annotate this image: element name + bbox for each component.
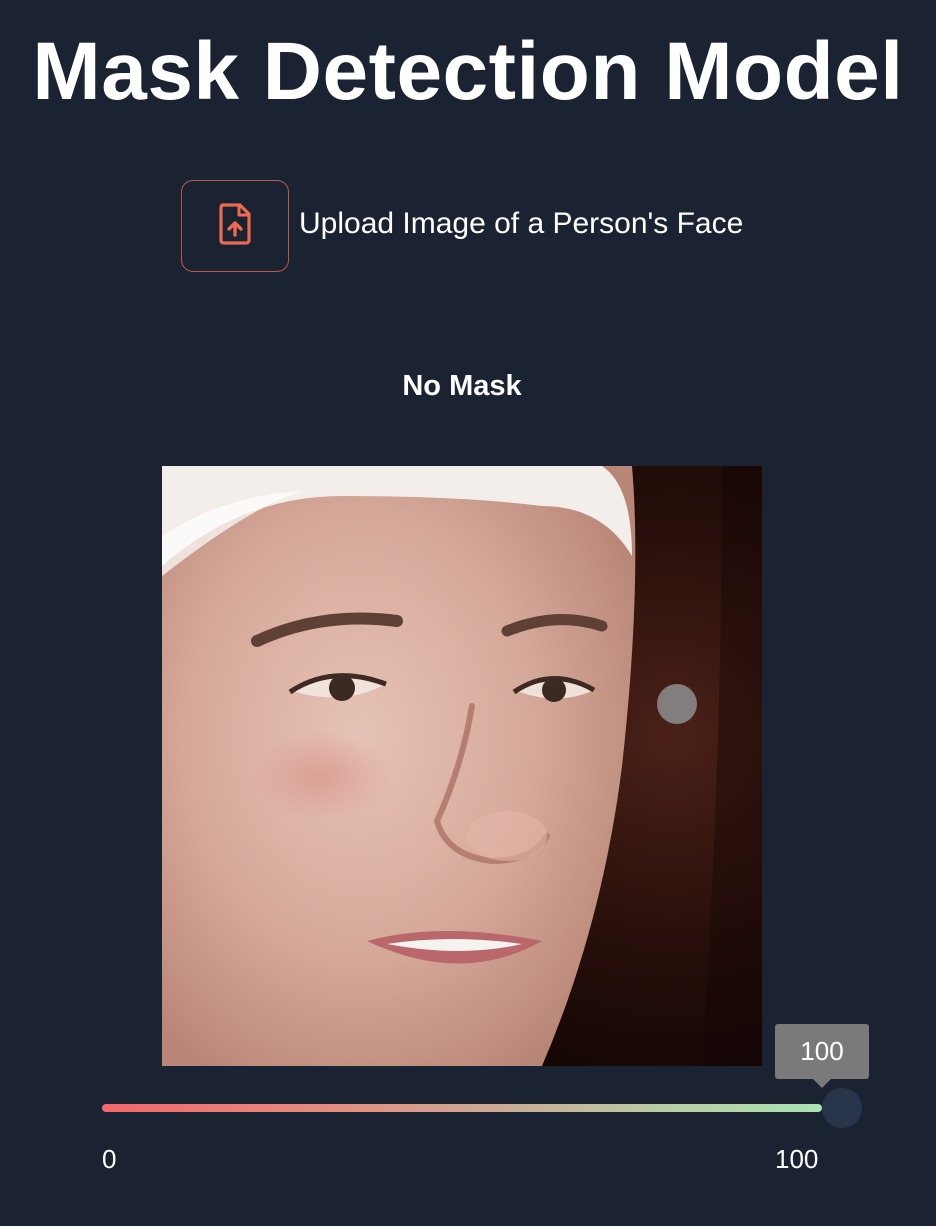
upload-label: Upload Image of a Person's Face [299, 207, 744, 240]
confidence-slider[interactable] [102, 1088, 862, 1130]
slider-max-label: 100 [775, 1144, 819, 1174]
slider-thumb[interactable] [822, 1088, 862, 1128]
file-upload-icon [218, 202, 252, 250]
slider-track[interactable] [102, 1104, 822, 1112]
uploaded-face-image [162, 466, 762, 1066]
upload-button[interactable] [181, 180, 289, 272]
slider-value-tooltip: 100 [775, 1024, 869, 1088]
slider-min-label: 0 [102, 1144, 117, 1174]
prediction-result: No Mask [402, 370, 522, 402]
page-title: Mask Detection Model [32, 26, 904, 117]
